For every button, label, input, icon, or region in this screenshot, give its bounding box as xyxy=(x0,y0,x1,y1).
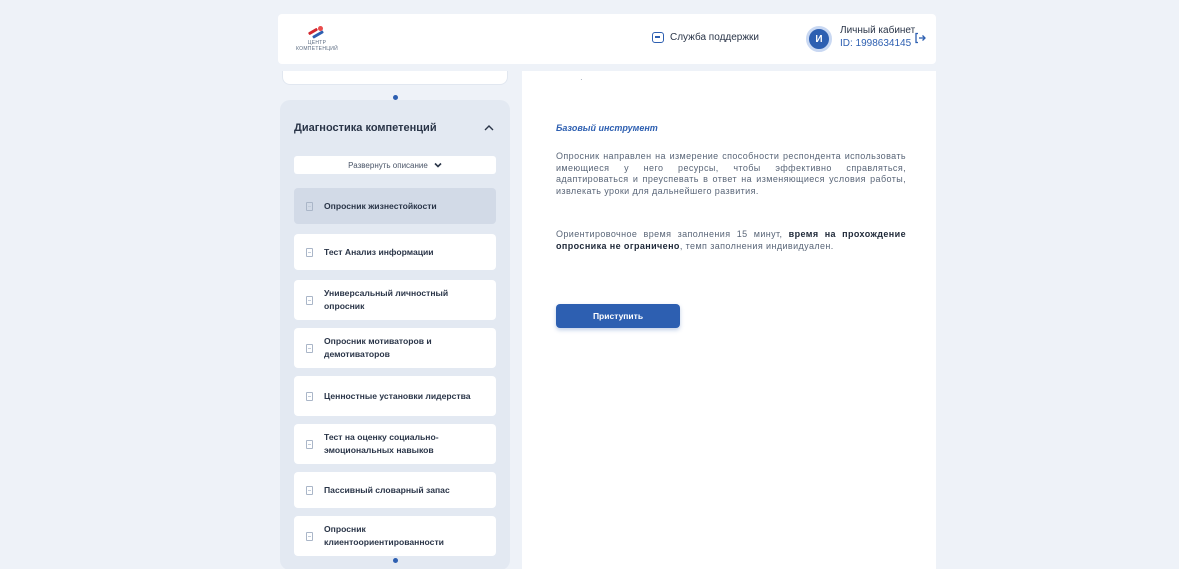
logo-emblem-icon xyxy=(306,24,326,39)
chat-icon xyxy=(652,32,664,43)
start-button[interactable]: Приступить xyxy=(556,304,680,328)
header: ЦЕНТР КОМПЕТЕНЦИЙ Служба поддержки И Лич… xyxy=(278,14,936,64)
content-top-marker: · xyxy=(580,75,583,84)
logout-icon[interactable] xyxy=(914,32,926,44)
support-label: Служба поддержки xyxy=(670,32,760,43)
logo[interactable]: ЦЕНТР КОМПЕТЕНЦИЙ xyxy=(292,22,342,56)
sidebar-item-label: Пассивный словарный запас xyxy=(324,484,450,495)
sidebar-item-information-analysis[interactable]: Тест Анализ информации xyxy=(294,234,496,270)
document-icon xyxy=(306,343,313,353)
logo-text: ЦЕНТР КОМПЕТЕНЦИЙ xyxy=(295,40,339,52)
expand-description-button[interactable]: Развернуть описание xyxy=(294,156,496,174)
avatar[interactable]: И xyxy=(806,26,832,52)
instrument-tag: Базовый инструмент xyxy=(556,123,658,133)
sidebar-item-leadership[interactable]: Ценностные установки лидерства xyxy=(294,376,496,416)
expand-description-label: Развернуть описание xyxy=(348,160,428,170)
sidebar-title: Диагностика компетенций xyxy=(294,122,437,134)
document-icon xyxy=(306,247,313,257)
main-content: · Базовый инструмент Опросник направлен … xyxy=(522,71,936,569)
sidebar-item-label: Тест на оценку социально-эмоциональных н… xyxy=(324,432,439,455)
sidebar-item-vocabulary[interactable]: Пассивный словарный запас xyxy=(294,472,496,508)
time-info-prefix: Ориентировочное время заполнения 15 мину… xyxy=(556,229,789,239)
time-info-suffix: , темп заполнения индивидуален. xyxy=(679,240,834,251)
scroll-indicator-bottom xyxy=(393,558,398,563)
account-id: ID: 1998634145 xyxy=(840,38,912,49)
support-link[interactable]: Служба поддержки xyxy=(652,32,759,43)
sidebar-item-resilience[interactable]: Опросник жизнестойкости xyxy=(294,188,496,224)
document-icon xyxy=(306,295,313,305)
document-icon xyxy=(306,391,313,401)
chevron-down-icon xyxy=(434,161,442,170)
sidebar-item-social-emotional[interactable]: Тест на оценку социально-эмоциональных н… xyxy=(294,424,496,464)
description-text: Опросник направлен на измерение способно… xyxy=(556,151,906,196)
chevron-up-icon[interactable] xyxy=(484,123,494,134)
sidebar-item-label: Универсальный личностный опросник xyxy=(324,288,449,311)
document-icon xyxy=(306,201,313,211)
account-title: Личный кабинет xyxy=(840,25,916,36)
previous-section-stub xyxy=(282,71,508,85)
account-info[interactable]: Личный кабинет ID: 1998634145 xyxy=(840,25,915,49)
sidebar-item-label: Ценностные установки лидерства xyxy=(324,390,471,401)
sidebar-item-label: Опросник мотиваторов и демотиваторов xyxy=(324,336,432,359)
document-icon xyxy=(306,485,313,495)
sidebar-item-client-orientation[interactable]: Опросник клиентоориентированности xyxy=(294,516,496,556)
sidebar-item-label: Опросник жизнестойкости xyxy=(324,200,437,211)
page: ЦЕНТР КОМПЕТЕНЦИЙ Служба поддержки И Лич… xyxy=(278,14,936,569)
document-icon xyxy=(306,439,313,449)
sidebar-item-label: Опросник клиентоориентированности xyxy=(324,524,444,547)
sidebar: Диагностика компетенций Развернуть описа… xyxy=(280,100,510,569)
sidebar-item-label: Тест Анализ информации xyxy=(324,246,434,257)
sidebar-item-personality[interactable]: Универсальный личностный опросник xyxy=(294,280,496,320)
sidebar-item-motivators[interactable]: Опросник мотиваторов и демотиваторов xyxy=(294,328,496,368)
time-info-text: Ориентировочное время заполнения 15 мину… xyxy=(556,229,906,252)
sidebar-section-header[interactable]: Диагностика компетенций xyxy=(294,122,494,134)
document-icon xyxy=(306,531,313,541)
